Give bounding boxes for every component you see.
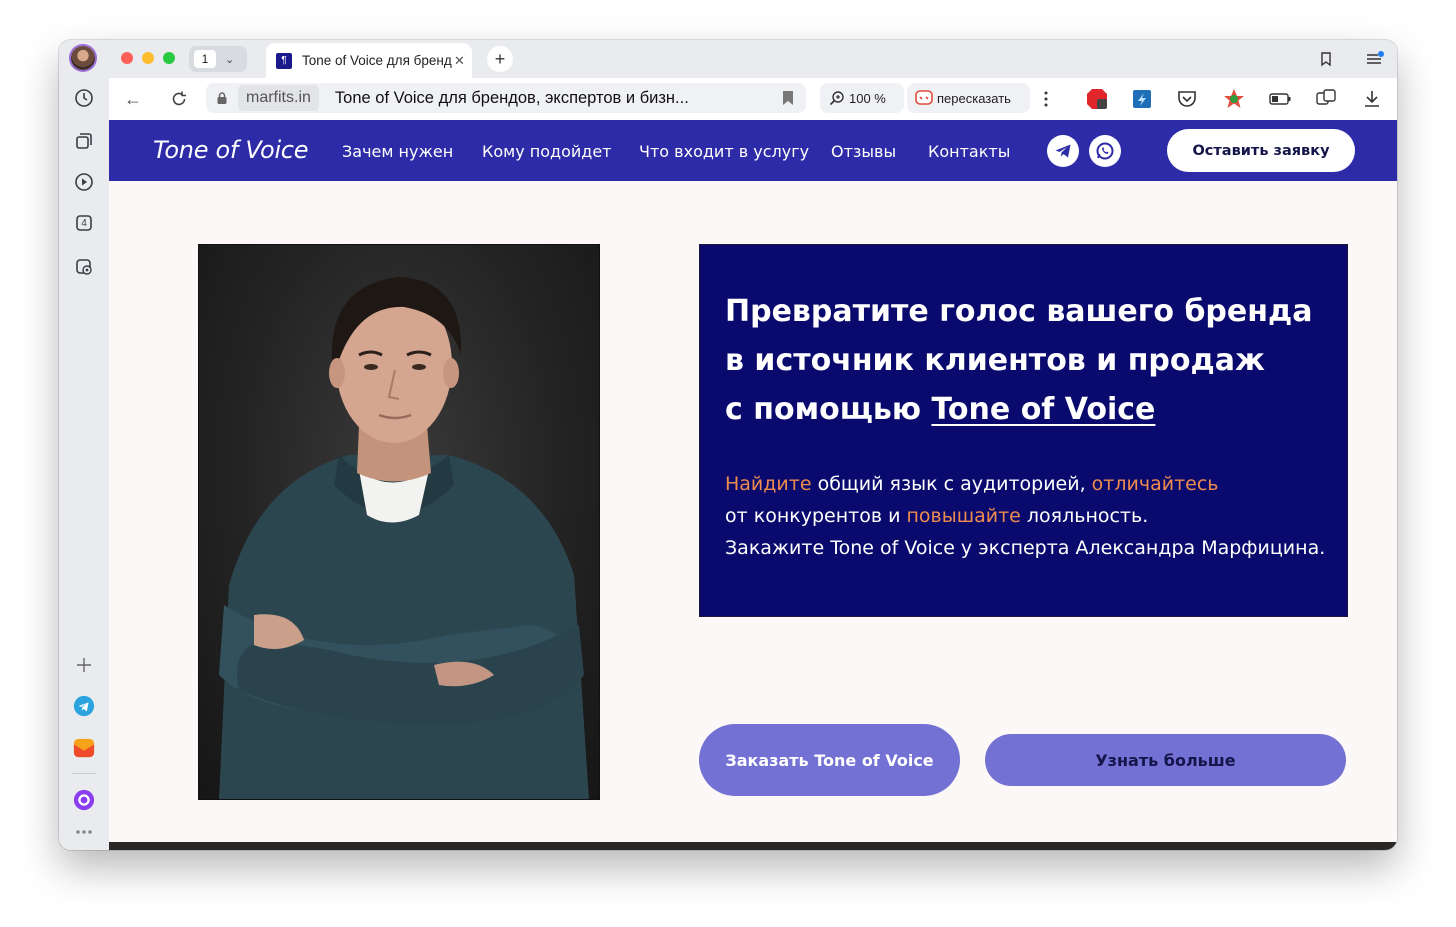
retell-icon (915, 90, 933, 105)
star-extension-icon[interactable] (1223, 88, 1245, 110)
history-icon[interactable] (73, 87, 95, 109)
url-page-title: Tone of Voice для брендов, экспертов и б… (334, 88, 689, 107)
telegram-app-icon[interactable] (73, 695, 95, 717)
browser-sidebar: 4 (59, 40, 109, 850)
highlight-increase: повышайте (906, 505, 1021, 527)
hero-sub-line: Найдите общий язык с аудиторией, отличай… (725, 468, 1335, 500)
hero-title: Превратите голос вашего бренда в источни… (725, 287, 1325, 434)
bookmark-icon[interactable] (782, 90, 794, 106)
nav-link-contacts[interactable]: Контакты (928, 142, 1010, 161)
zoom-level: 100 % (849, 90, 886, 106)
expert-portrait-photo (198, 244, 600, 800)
next-section-edge (109, 842, 1397, 850)
alice-assistant-icon[interactable] (73, 789, 95, 811)
hero-title-prefix: с помощью (725, 392, 932, 427)
battery-icon[interactable] (1269, 88, 1291, 110)
hero-subtitle: Найдите общий язык с аудиторией, отличай… (725, 468, 1335, 564)
site-header: Tone of Voice Зачем нужен Кому подойдет … (109, 120, 1397, 181)
browser-window: 4 1 ⌄ ¶ Tone of Voice для бренд ✕ + ← ma… (59, 40, 1397, 850)
tab-count-button[interactable]: 1 ⌄ (189, 46, 247, 72)
add-icon[interactable] (73, 654, 95, 676)
new-tab-button[interactable]: + (487, 46, 513, 72)
hero-card: Превратите голос вашего бренда в источни… (699, 244, 1348, 617)
zoom-window-button[interactable] (163, 52, 175, 64)
telegram-icon[interactable] (1047, 135, 1079, 167)
translate-icon[interactable] (1315, 88, 1337, 110)
hero-sub-line: Закажите Tone of Voice у эксперта Алекса… (725, 537, 1326, 559)
lock-icon (217, 92, 227, 104)
nav-link-why[interactable]: Зачем нужен (342, 142, 453, 161)
profile-avatar[interactable] (71, 46, 95, 70)
tab-favicon: ¶ (276, 52, 292, 69)
bookmarks-panel-icon[interactable] (1315, 48, 1337, 70)
tab-bar: 1 ⌄ ¶ Tone of Voice для брендов, эксперт… (109, 40, 1397, 78)
collections-icon[interactable] (73, 130, 95, 152)
active-tab[interactable]: ¶ Tone of Voice для брендов, экспертов и… (266, 43, 472, 78)
highlight-find: Найдите (725, 473, 812, 495)
zoom-icon (829, 91, 844, 106)
more-dots-icon[interactable] (73, 821, 95, 843)
nav-link-audience[interactable]: Кому подойдет (482, 142, 612, 161)
address-bar-row: ← marfits.in Tone of Voice для брендов, … (109, 78, 1397, 120)
download-icon[interactable] (1361, 88, 1383, 110)
whatsapp-icon[interactable] (1089, 135, 1121, 167)
order-tone-of-voice-button[interactable]: Заказать Tone of Voice (699, 724, 960, 796)
tab-count-icon[interactable]: 4 (73, 212, 95, 234)
sidebar-divider (72, 773, 96, 774)
mail-app-icon[interactable] (73, 737, 95, 759)
leave-request-button[interactable]: Оставить заявку (1167, 129, 1355, 172)
menu-icon[interactable] (1364, 48, 1386, 70)
adblock-extension-icon[interactable] (1086, 88, 1108, 110)
hero-title-line: с помощью Tone of Voice (725, 385, 1325, 434)
tone-of-voice-link[interactable]: Tone of Voice (931, 392, 1155, 427)
minimize-window-button[interactable] (142, 52, 154, 64)
pocket-icon[interactable] (1176, 88, 1198, 110)
screenshot-icon[interactable] (73, 256, 95, 278)
nav-link-service[interactable]: Что входит в услугу (639, 142, 809, 161)
sidebar-badge: 4 (81, 217, 87, 229)
close-tab-icon[interactable]: ✕ (454, 53, 465, 69)
highlight-differ: отличайтесь (1091, 473, 1219, 495)
chevron-down-icon: ⌄ (225, 53, 235, 66)
hero-sub-line: от конкурентов и повышайте лояльность. (725, 500, 1335, 532)
retell-label: пересказать (937, 90, 1011, 106)
close-window-button[interactable] (121, 52, 133, 64)
site-logo[interactable]: Tone of Voice (153, 136, 308, 164)
zoom-button[interactable]: 100 % (820, 83, 904, 113)
tab-title: Tone of Voice для брендов, экспертов и б… (302, 53, 452, 68)
reload-icon[interactable] (168, 88, 190, 110)
hero-title-line: Превратите голос вашего бренда (725, 294, 1313, 329)
more-vertical-icon[interactable] (1035, 88, 1057, 110)
retell-button[interactable]: пересказать (907, 83, 1030, 113)
hero-sub-text: от конкурентов и (725, 505, 907, 527)
nav-link-reviews[interactable]: Отзывы (831, 142, 896, 161)
web-page: Tone of Voice Зачем нужен Кому подойдет … (109, 120, 1397, 850)
url-field[interactable]: marfits.in Tone of Voice для брендов, эк… (206, 83, 806, 113)
hero-sub-text: общий язык с аудиторией, (811, 473, 1092, 495)
video-play-icon[interactable] (73, 171, 95, 193)
url-domain: marfits.in (238, 85, 319, 111)
bookmark-extension-icon[interactable] (1131, 88, 1153, 110)
learn-more-button[interactable]: Узнать больше (985, 734, 1346, 786)
back-arrow-icon[interactable]: ← (122, 88, 144, 110)
tab-count: 1 (194, 50, 216, 68)
hero-sub-text: лояльность. (1020, 505, 1149, 527)
hero-title-line: в источник клиентов и продаж (725, 343, 1265, 378)
